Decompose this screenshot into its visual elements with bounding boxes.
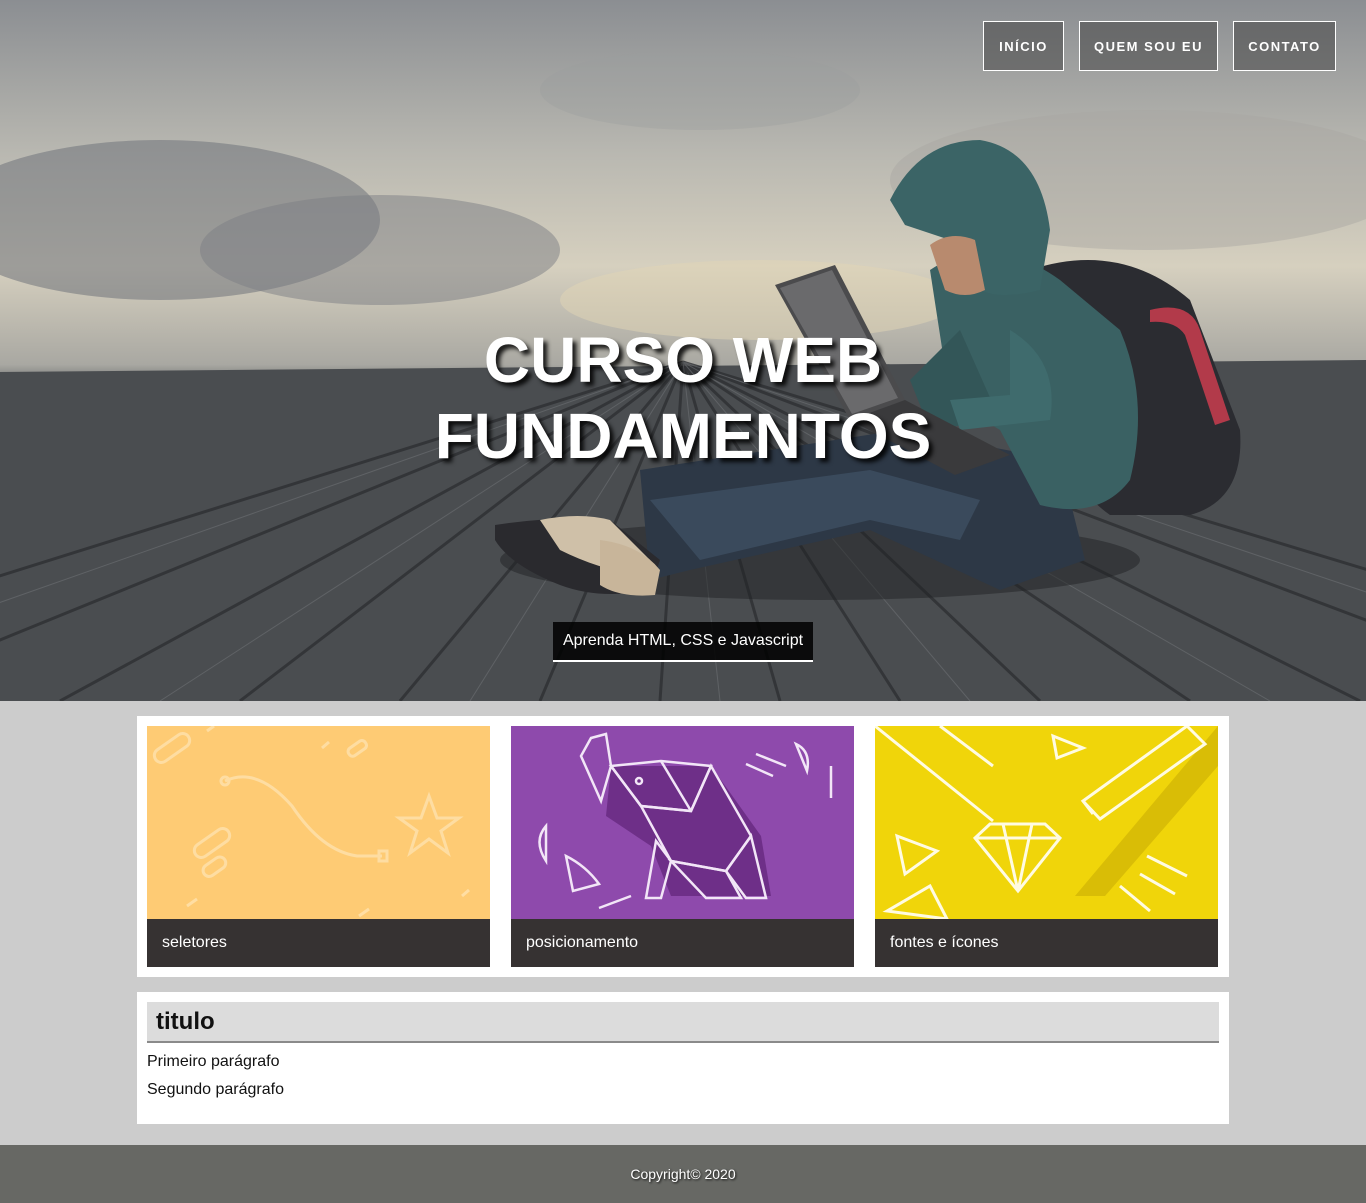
copyright-text: Copyright© 2020 bbox=[630, 1166, 736, 1182]
hero-title-line2: FUNDAMENTOS bbox=[434, 400, 932, 472]
content-title: titulo bbox=[147, 1002, 1219, 1043]
card-fontes-icones-image bbox=[875, 726, 1218, 919]
card-posicionamento-image bbox=[511, 726, 854, 919]
hero-title: CURSO WEB FUNDAMENTOS bbox=[0, 322, 1366, 474]
card-fontes-icones[interactable]: fontes e ícones bbox=[875, 726, 1218, 967]
diamond-pencil-illustration bbox=[875, 726, 1218, 919]
card-posicionamento-label: posicionamento bbox=[511, 919, 854, 967]
card-seletores-image bbox=[147, 726, 490, 919]
card-seletores-label: seletores bbox=[147, 919, 490, 967]
course-cards-section: seletores posicionamento fontes e ícones bbox=[137, 716, 1229, 977]
content-paragraph-1: Primeiro parágrafo bbox=[147, 1053, 280, 1070]
content-section: titulo Primeiro parágrafo Segundo parágr… bbox=[137, 992, 1229, 1124]
hero-banner: INÍCIO QUEM SOU EU CONTATO CURSO WEB FUN… bbox=[0, 0, 1366, 701]
nav-quem-sou-eu-button[interactable]: QUEM SOU EU bbox=[1079, 21, 1218, 71]
hero-title-line1: CURSO WEB bbox=[483, 324, 883, 396]
card-posicionamento[interactable]: posicionamento bbox=[511, 726, 854, 967]
card-seletores[interactable]: seletores bbox=[147, 726, 490, 967]
footer: Copyright© 2020 bbox=[0, 1145, 1366, 1203]
hero-subtitle: Aprenda HTML, CSS e Javascript bbox=[553, 622, 813, 662]
nav-inicio-button[interactable]: INÍCIO bbox=[983, 21, 1064, 71]
main-navigation: INÍCIO QUEM SOU EU CONTATO bbox=[983, 21, 1336, 71]
origami-elephant-illustration bbox=[538, 732, 833, 910]
nav-contato-button[interactable]: CONTATO bbox=[1233, 21, 1336, 71]
content-paragraph-2: Segundo parágrafo bbox=[147, 1081, 284, 1098]
card-fontes-icones-label: fontes e ícones bbox=[875, 919, 1218, 967]
star-path-illustration bbox=[152, 726, 470, 918]
